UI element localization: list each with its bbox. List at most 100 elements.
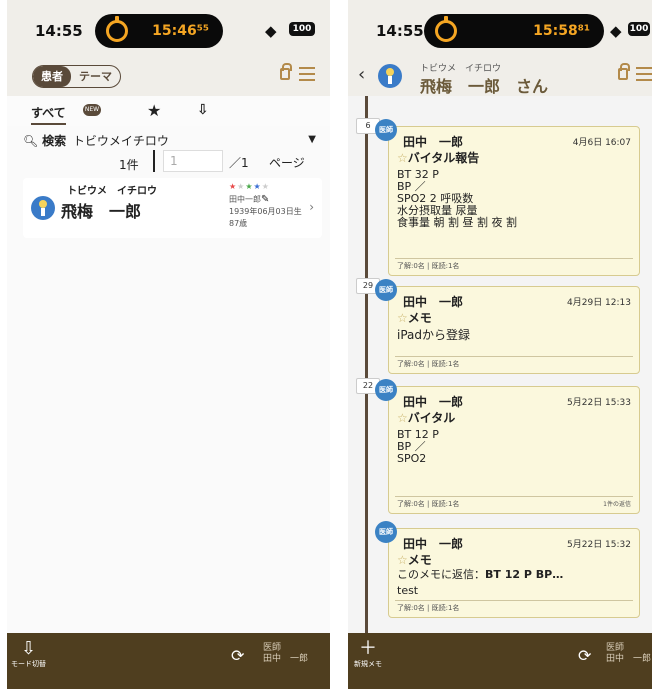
timer-pill[interactable]: 15:58⁸¹ xyxy=(424,14,604,48)
menu-icon[interactable] xyxy=(299,67,315,81)
memo-card[interactable]: 医師 田中 一郎 4月6日 16:07 ☆バイタル報告 BT 32 P BP ／… xyxy=(375,119,640,276)
timer-icon xyxy=(435,16,457,42)
user-info: 医師 田中 一郎 xyxy=(263,643,308,665)
wifi-icon: ◆ xyxy=(265,22,277,40)
memo-author: 田中 一郎 xyxy=(403,135,464,149)
tab-all[interactable]: すべて xyxy=(31,104,66,125)
memo-body: iPadから登録 xyxy=(397,328,471,342)
patient-header: ‹ トビウメ イチロウ 飛梅 一郎 さん xyxy=(348,56,652,96)
filter-tabs: すべて NEW ★ ⇩ xyxy=(7,96,330,126)
segment-theme[interactable]: テーマ xyxy=(71,66,120,87)
memo-body: BT 32 P BP ／ SPO2 2 呼吸数 水分摂取量 尿量 食事量 朝 割… xyxy=(397,168,517,229)
role-badge: 医師 xyxy=(375,379,397,401)
status-bar: 14:55 15:46⁵⁵ ◆ 100 xyxy=(7,0,330,56)
role-badge: 医師 xyxy=(375,119,397,141)
search-label: 検索 xyxy=(42,134,67,148)
patient-timeline-screen: 14:55 15:58⁸¹ ◆ 100 ‹ トビウメ イチロウ 飛梅 一郎 さん… xyxy=(348,0,652,689)
memo-title: ☆バイタル報告 xyxy=(397,151,480,165)
star-outline-icon[interactable]: ☆ xyxy=(397,553,408,567)
memo-author: 田中 一郎 xyxy=(403,295,464,309)
chevron-down-icon[interactable]: ▼ xyxy=(308,134,316,145)
patient-avatar-icon xyxy=(378,64,402,88)
memo-read-status: 了解:0名 | 既読:1名 xyxy=(397,262,460,270)
segment-patient[interactable]: 患者 xyxy=(33,66,71,87)
star-outline-icon[interactable]: ☆ xyxy=(397,411,408,425)
user-role: 医師 xyxy=(606,643,625,653)
role-badge: 医師 xyxy=(375,521,397,543)
memo-read-status: 了解:0名 | 既読:1名 xyxy=(397,604,460,612)
mode-segment[interactable]: 患者 テーマ xyxy=(32,65,121,88)
user-name: 田中 一郎 xyxy=(606,654,652,664)
menu-icon[interactable] xyxy=(636,67,652,81)
memo-date: 5月22日 15:32 xyxy=(567,540,631,550)
lock-icon[interactable] xyxy=(280,63,292,80)
patient-avatar-icon xyxy=(31,196,55,220)
battery-level: 100 xyxy=(628,22,650,36)
page-input[interactable]: 1 xyxy=(163,150,223,172)
patient-card[interactable]: トビウメ イチロウ 飛梅 一郎 ★★★★★ 田中一郎✎ 1939年06月03日生… xyxy=(23,178,322,238)
star-outline-icon[interactable]: ☆ xyxy=(397,311,408,325)
timer-elapsed: 15:58⁸¹ xyxy=(533,23,590,39)
memo-author: 田中 一郎 xyxy=(403,537,464,551)
timer-elapsed: 15:46⁵⁵ xyxy=(152,23,209,39)
patient-list-screen: 14:55 15:46⁵⁵ ◆ 100 患者 テーマ すべて NEW ★ ⇩ 🔍… xyxy=(7,0,330,689)
patient-name: 飛梅 一郎 さん xyxy=(420,77,549,96)
patient-list: 🔍︎ 検索 トビウメイチロウ ▼ 1件 1 ／1 ページ トビウメ イチロウ 飛… xyxy=(7,126,330,633)
role-badge: 医師 xyxy=(375,279,397,301)
mode-switch-button[interactable]: ⇩ モード切替 xyxy=(11,639,46,669)
search-row[interactable]: 🔍︎ 検索 トビウメイチロウ xyxy=(23,132,169,149)
memo-title: ☆メモ xyxy=(397,553,432,567)
memo-title: ☆バイタル xyxy=(397,411,456,425)
reply-count[interactable]: 1件の返信 xyxy=(603,499,631,508)
result-count: 1件 xyxy=(119,158,139,172)
status-bar: 14:55 15:58⁸¹ ◆ 100 xyxy=(348,0,652,56)
search-icon: 🔍︎ xyxy=(23,134,39,148)
sync-icon[interactable]: ⟳ xyxy=(231,646,244,665)
memo-date: 4月6日 16:07 xyxy=(572,138,631,148)
patient-age: 87歳 xyxy=(229,219,248,228)
memo-title: ☆メモ xyxy=(397,311,432,325)
reply-quote: BT 12 P BP… xyxy=(485,568,564,581)
memo-card[interactable]: 医師 田中 一郎 5月22日 15:32 ☆メモ このメモに返信：BT 12 P… xyxy=(375,521,640,618)
divider xyxy=(395,356,633,357)
lock-icon[interactable] xyxy=(618,63,630,80)
footer-bar: ＋ 新規メモ ⟳ 医師 田中 一郎 xyxy=(348,633,652,689)
memo-date: 4月29日 12:13 xyxy=(567,298,631,308)
memo-card[interactable]: 医師 田中 一郎 5月22日 15:33 ☆バイタル BT 12 P BP ／ … xyxy=(375,379,640,514)
chevron-right-icon: › xyxy=(309,200,314,214)
timer-icon xyxy=(106,16,128,42)
memo-timeline: 6 医師 田中 一郎 4月6日 16:07 ☆バイタル報告 BT 32 P BP… xyxy=(348,96,652,633)
memo-body: BT 12 P BP ／ SPO2 xyxy=(397,428,439,465)
star-outline-icon[interactable]: ☆ xyxy=(397,151,408,165)
tab-favorite-star-icon[interactable]: ★ xyxy=(147,101,161,120)
memo-date: 5月22日 15:33 xyxy=(567,398,631,408)
timeline-line xyxy=(365,96,368,633)
search-query[interactable]: トビウメイチロウ xyxy=(73,134,169,148)
mode-switch-label: モード切替 xyxy=(11,660,46,668)
reply-prefix: このメモに返信： xyxy=(397,568,485,581)
battery-level: 100 xyxy=(289,22,315,36)
page-label: ページ xyxy=(269,156,305,170)
patient-birth: 1939年06月03日生 xyxy=(229,207,302,216)
memo-read-status: 了解:0名 | 既読:1名 xyxy=(397,360,460,368)
app-header: 患者 テーマ xyxy=(7,56,330,96)
patient-name: 飛梅 一郎 xyxy=(61,202,142,221)
memo-author: 田中 一郎 xyxy=(403,395,464,409)
sync-icon[interactable]: ⟳ xyxy=(578,646,591,665)
divider xyxy=(395,258,633,259)
tab-new[interactable]: NEW xyxy=(83,104,101,116)
pencil-icon[interactable]: ✎ xyxy=(261,194,269,205)
user-name: 田中 一郎 xyxy=(263,654,309,664)
tab-download-icon[interactable]: ⇩ xyxy=(197,102,209,118)
status-time: 14:55 xyxy=(35,22,83,40)
patient-meta: 田中一郎✎ 1939年06月03日生 87歳 xyxy=(229,194,302,230)
assigned-doctor: 田中一郎 xyxy=(229,195,261,204)
timer-pill[interactable]: 15:46⁵⁵ xyxy=(95,14,223,48)
divider xyxy=(153,150,155,172)
patient-kana: トビウメ イチロウ xyxy=(67,186,157,197)
memo-card[interactable]: 医師 田中 一郎 4月29日 12:13 ☆メモ iPadから登録 了解:0名 … xyxy=(375,279,640,374)
memo-body: test xyxy=(397,584,419,597)
back-chevron-icon[interactable]: ‹ xyxy=(358,64,365,85)
page-total: ／1 xyxy=(229,156,249,170)
new-memo-button[interactable]: ＋ 新規メモ xyxy=(354,639,382,669)
